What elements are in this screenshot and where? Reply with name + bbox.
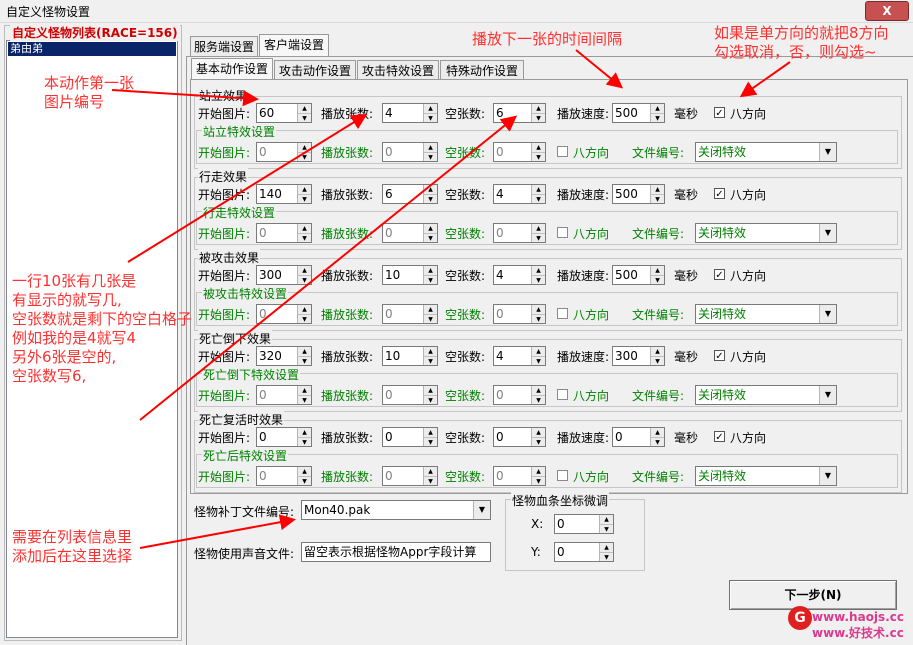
arrow-play-count — [127, 113, 368, 263]
arrow-empty-count — [139, 115, 518, 421]
arrow-patch-file — [139, 514, 296, 549]
arrow-first-image — [111, 89, 259, 107]
arrow-interval — [575, 49, 624, 89]
arrow-direction — [739, 61, 791, 98]
annotation-arrows — [111, 49, 791, 549]
